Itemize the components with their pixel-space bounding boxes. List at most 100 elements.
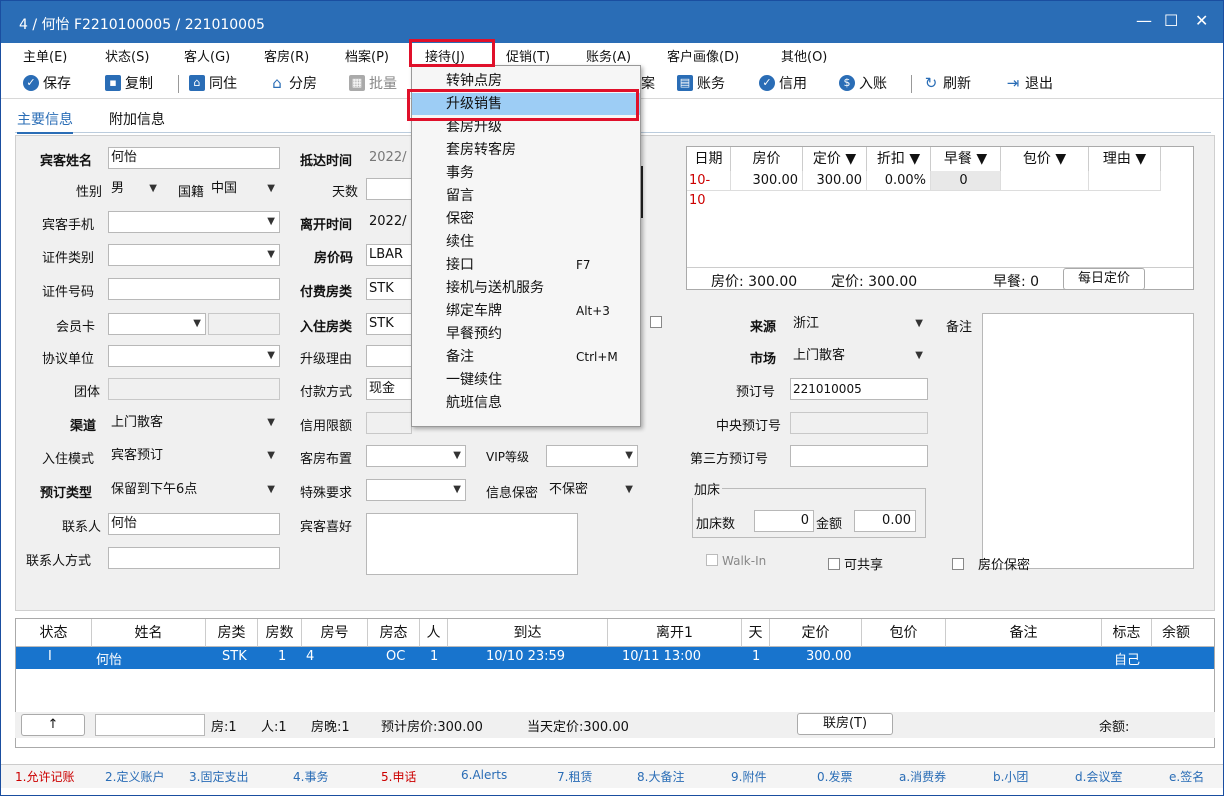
col-arrival[interactable]: 到达 xyxy=(448,619,608,647)
tab-main-info[interactable]: 主要信息 xyxy=(17,109,73,134)
rate-secret-checkbox[interactable]: 房价保密 xyxy=(952,554,1030,573)
save-button[interactable]: ✓ 保存 xyxy=(23,73,71,93)
departure-field[interactable]: 2022/ xyxy=(366,211,412,233)
channel-select[interactable]: 上门散客 ▼ xyxy=(108,412,280,434)
grid-cell-reason[interactable] xyxy=(1089,171,1161,191)
source-select[interactable]: 浙江 ▼ xyxy=(790,313,928,335)
daily-rate-button[interactable]: 每日定价 xyxy=(1063,268,1145,290)
btab-7[interactable]: 7.租赁 xyxy=(557,768,592,785)
nationality-select[interactable]: 中国 ▼ xyxy=(208,178,280,200)
menu-promotion[interactable]: 促销(T) xyxy=(506,46,550,65)
grid-cell-discount[interactable]: 0.00% xyxy=(867,171,931,191)
btab-d[interactable]: d.会议室 xyxy=(1075,768,1122,785)
menu-item-extend-stay[interactable]: 续住 xyxy=(412,231,640,253)
btab-4[interactable]: 4.事务 xyxy=(293,768,328,785)
mobile-field[interactable]: ▼ xyxy=(108,211,280,233)
menu-accounts[interactable]: 账务(A) xyxy=(586,46,631,65)
menu-item-one-click-extend[interactable]: 一键续住 xyxy=(412,369,640,391)
shareable-checkbox[interactable]: 可共享 xyxy=(828,554,883,573)
minimize-icon[interactable]: — xyxy=(1136,11,1152,30)
agreement-select[interactable]: ▼ xyxy=(108,345,280,367)
col-flag[interactable]: 标志 xyxy=(1102,619,1152,647)
special-request-select[interactable]: ▼ xyxy=(366,479,466,501)
remark-memo[interactable] xyxy=(982,313,1194,569)
menu-item-affairs[interactable]: 事务 xyxy=(412,162,640,184)
days-field[interactable] xyxy=(366,178,412,200)
booking-type-select[interactable]: 保留到下午6点 ▼ xyxy=(108,479,280,501)
credit-button[interactable]: ✓ 信用 xyxy=(759,73,807,93)
guest-name-field[interactable]: 何怡 xyxy=(108,147,280,169)
grid-header-rate[interactable]: 房价 xyxy=(731,147,803,171)
grid-cell-fixed[interactable]: 300.00 xyxy=(803,171,867,191)
vip-level-select[interactable]: ▼ xyxy=(546,445,638,467)
grid-header-breakfast[interactable]: 早餐 ▼ xyxy=(931,147,1001,171)
menu-status[interactable]: 状态(S) xyxy=(105,46,149,65)
btab-3[interactable]: 3.固定支出 xyxy=(189,768,248,785)
payment-field[interactable]: 现金 xyxy=(366,378,412,400)
menu-item-flight-info[interactable]: 航班信息 xyxy=(412,392,640,414)
grid-cell-breakfast[interactable]: 0 xyxy=(931,171,1001,191)
table-row[interactable]: I 何怡 STK 1 4 OC 1 10/10 23:59 10/11 13:0… xyxy=(16,647,1214,669)
grid-header-reason[interactable]: 理由 ▼ xyxy=(1089,147,1161,171)
id-type-select[interactable]: ▼ xyxy=(108,244,280,266)
menu-item-interface[interactable]: 接口 F7 xyxy=(412,254,640,276)
col-room-type[interactable]: 房类 xyxy=(206,619,258,647)
refresh-button[interactable]: ↻ 刷新 xyxy=(923,73,971,93)
menu-main[interactable]: 主单(E) xyxy=(23,46,67,65)
paid-room-type-field[interactable]: STK xyxy=(366,278,412,300)
grid-cell-package[interactable] xyxy=(1001,171,1089,191)
btab-a[interactable]: a.消费券 xyxy=(899,768,946,785)
btab-2[interactable]: 2.定义账户 xyxy=(105,768,164,785)
copy-button[interactable]: ▪ 复制 xyxy=(105,73,153,93)
col-room-no[interactable]: 房号 xyxy=(302,619,368,647)
col-room-count[interactable]: 房数 xyxy=(258,619,302,647)
menu-guest[interactable]: 客人(G) xyxy=(184,46,230,65)
col-days[interactable]: 天 xyxy=(742,619,770,647)
menu-item-bind-plate[interactable]: 绑定车牌 Alt+3 xyxy=(412,300,640,322)
menu-item-message[interactable]: 留言 xyxy=(412,185,640,207)
room-layout-select[interactable]: ▼ xyxy=(366,445,466,467)
market-select[interactable]: 上门散客 ▼ xyxy=(790,345,928,367)
split-room-button[interactable]: ⌂ 分房 xyxy=(269,73,317,93)
booking-no-field[interactable]: 221010005 xyxy=(790,378,928,400)
grid-header-date[interactable]: 日期 xyxy=(687,147,731,171)
btab-6[interactable]: 6.Alerts xyxy=(461,768,507,782)
grid-header-discount[interactable]: 折扣 ▼ xyxy=(867,147,931,171)
move-up-button[interactable]: ↑ xyxy=(21,714,85,736)
col-room-state[interactable]: 房态 xyxy=(368,619,420,647)
footer-input[interactable] xyxy=(95,714,205,736)
member-card-select[interactable]: ▼ xyxy=(108,313,206,335)
menu-item-remark[interactable]: 备注 Ctrl+M xyxy=(412,346,640,368)
menu-item-confidential[interactable]: 保密 xyxy=(412,208,640,230)
profile-button-partial[interactable]: 案 xyxy=(641,73,655,93)
col-name[interactable]: 姓名 xyxy=(92,619,206,647)
unknown-checkbox[interactable] xyxy=(650,316,666,331)
checkin-room-type-field[interactable]: STK xyxy=(366,313,412,335)
menu-room[interactable]: 客房(R) xyxy=(264,46,309,65)
menu-other[interactable]: 其他(O) xyxy=(781,46,827,65)
btab-0[interactable]: 0.发票 xyxy=(817,768,852,785)
btab-5[interactable]: 5.申话 xyxy=(381,768,416,785)
col-remark[interactable]: 备注 xyxy=(946,619,1102,647)
third-party-field[interactable] xyxy=(790,445,928,467)
checkin-mode-select[interactable]: 宾客预订 ▼ xyxy=(108,445,280,467)
accounts-button[interactable]: ▤ 账务 xyxy=(677,73,725,93)
close-icon[interactable]: ✕ xyxy=(1195,11,1208,30)
menu-item-breakfast-booking[interactable]: 早餐预约 xyxy=(412,323,640,345)
col-balance[interactable]: 余额 xyxy=(1152,619,1214,647)
btab-b[interactable]: b.小团 xyxy=(993,768,1028,785)
menu-item-airport-transfer[interactable]: 接机与送机服务 xyxy=(412,277,640,299)
id-number-field[interactable] xyxy=(108,278,280,300)
walkin-checkbox[interactable]: Walk-In xyxy=(706,554,766,568)
rate-code-field[interactable]: LBAR xyxy=(366,244,412,266)
amount-field[interactable]: 0.00 xyxy=(854,510,916,532)
privacy-select[interactable]: 不保密 ▼ xyxy=(546,479,638,501)
col-package[interactable]: 包价 xyxy=(862,619,946,647)
exit-button[interactable]: ⇥ 退出 xyxy=(1005,73,1053,93)
col-departure[interactable]: 离开1 xyxy=(608,619,742,647)
menu-item-suite-to-room[interactable]: 套房转客房 xyxy=(412,139,640,161)
contact-field[interactable]: 何怡 xyxy=(108,513,280,535)
tab-extra-info[interactable]: 附加信息 xyxy=(109,109,165,129)
cohabit-button[interactable]: ⌂ 同住 xyxy=(189,73,237,93)
link-room-button[interactable]: 联房(T) xyxy=(797,713,893,735)
